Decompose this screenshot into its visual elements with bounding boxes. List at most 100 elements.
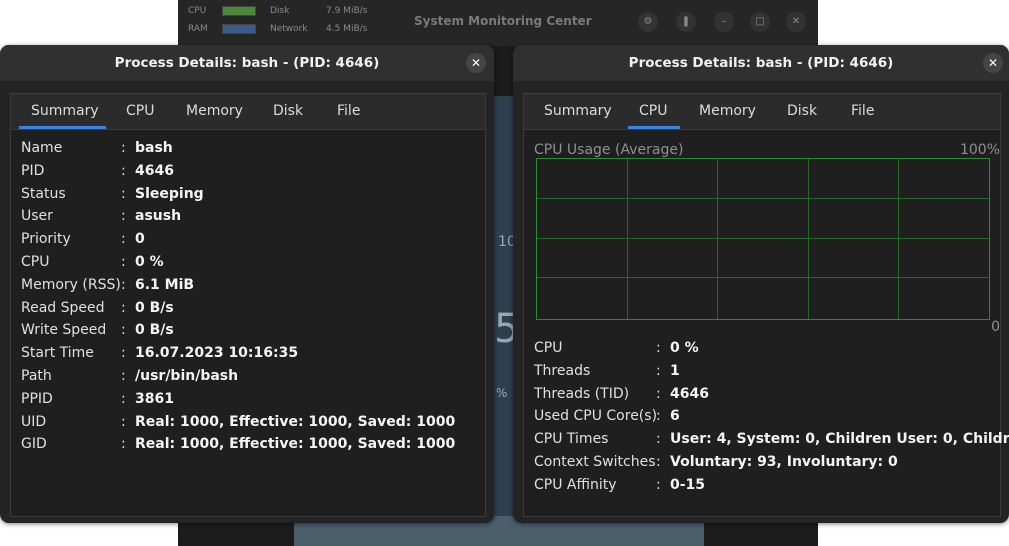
- tab-cpu[interactable]: CPU: [639, 103, 667, 119]
- tab-summary[interactable]: Summary: [544, 103, 612, 119]
- summary-row-label: PID: [21, 162, 45, 179]
- summary-row-value: Sleeping: [135, 185, 204, 202]
- ram-mini-bar: [222, 24, 256, 34]
- cpu-row-label: Used CPU Core(s): [534, 408, 658, 425]
- summary-row-value: 0 B/s: [135, 299, 174, 316]
- summary-row-value: 4646: [135, 162, 174, 179]
- cpu-row-label: Context Switches: [534, 454, 656, 470]
- tab-bar: Summary CPU Memory Disk File: [524, 94, 1000, 130]
- summary-row-label: User: [21, 208, 53, 225]
- summary-row-label: PPID: [21, 390, 53, 407]
- summary-row-value: 6.1 MiB: [135, 276, 195, 293]
- dialog-titlebar[interactable]: Process Details: bash - (PID: 4646) ✕: [0, 45, 494, 81]
- summary-row-label: Name: [21, 140, 63, 156]
- close-icon[interactable]: ✕: [466, 53, 486, 73]
- separator: :: [656, 431, 661, 448]
- active-tab-indicator: [628, 126, 680, 129]
- cpu-usage-graph: [536, 158, 990, 320]
- separator: :: [121, 231, 126, 248]
- active-tab-indicator: [19, 126, 106, 129]
- summary-row-value: 16.07.2023 10:16:35: [135, 345, 299, 362]
- summary-row-label: CPU: [21, 254, 50, 270]
- summary-row-label: Write Speed: [21, 322, 107, 339]
- window-close-icon[interactable]: ✕: [786, 12, 806, 32]
- main-window-title: System Monitoring Center: [414, 14, 592, 28]
- summary-row-value: Real: 1000, Effective: 1000, Saved: 1000: [135, 436, 456, 453]
- notebook: Summary CPU Memory Disk File Name: bash PI…: [10, 93, 486, 517]
- separator: :: [121, 276, 126, 293]
- cpu-row-value: 0 %: [670, 340, 699, 356]
- process-details-dialog-cpu: Process Details: bash - (PID: 4646) ✕ Su…: [513, 45, 1009, 523]
- separator: :: [121, 413, 126, 430]
- menu-icon[interactable]: ⚙: [638, 12, 658, 32]
- separator: :: [121, 162, 126, 179]
- graph-title: CPU Usage (Average): [534, 142, 684, 158]
- separator: :: [656, 454, 661, 470]
- disk-mini-label: Disk: [270, 6, 290, 16]
- summary-row-label: Status: [21, 185, 66, 202]
- dialog-title: Process Details: bash - (PID: 4646): [114, 55, 380, 71]
- minimize-icon[interactable]: –: [714, 12, 734, 32]
- disk-mini-value: 7.9 MiB/s: [326, 6, 368, 16]
- separator: :: [121, 345, 126, 362]
- separator: :: [121, 254, 126, 270]
- cpu-row-value: Voluntary: 93, Involuntary: 0: [670, 454, 898, 470]
- tab-disk[interactable]: Disk: [273, 103, 303, 119]
- summary-row-label: Priority: [21, 231, 71, 248]
- separator: :: [656, 340, 661, 356]
- network-mini-label: Network: [270, 24, 308, 34]
- summary-row-value: asush: [135, 208, 182, 225]
- summary-row-label: UID: [21, 413, 47, 430]
- summary-row-label: GID: [21, 436, 47, 453]
- dialog-titlebar[interactable]: Process Details: bash - (PID: 4646) ✕: [513, 45, 1009, 81]
- pause-icon[interactable]: ❚: [676, 12, 696, 32]
- tab-file[interactable]: File: [337, 103, 360, 119]
- summary-row-value: 3861: [135, 390, 174, 407]
- separator: :: [656, 476, 661, 493]
- summary-row-value: 0: [135, 231, 145, 248]
- tab-file[interactable]: File: [851, 103, 874, 119]
- tab-bar: Summary CPU Memory Disk File: [11, 94, 485, 130]
- tab-summary[interactable]: Summary: [31, 103, 99, 119]
- dialog-title: Process Details: bash - (PID: 4646): [628, 55, 894, 71]
- separator: :: [121, 322, 126, 339]
- notebook: Summary CPU Memory Disk File CPU Usage (…: [523, 93, 1009, 517]
- separator: :: [121, 299, 126, 316]
- main-window-header: CPU RAM Disk 7.9 MiB/s Network 4.5 MiB/s…: [178, 0, 818, 46]
- separator: :: [121, 185, 126, 202]
- background-percent: %: [496, 386, 508, 400]
- summary-row-value: 0 B/s: [135, 322, 174, 339]
- cpu-row-value: 4646: [670, 385, 709, 402]
- summary-row-label: Path: [21, 368, 52, 384]
- cpu-row-value: 6: [670, 408, 680, 425]
- maximize-icon[interactable]: □: [750, 12, 770, 32]
- cpu-row-label: CPU Affinity: [534, 476, 617, 493]
- process-details-dialog-summary: Process Details: bash - (PID: 4646) ✕ Su…: [0, 45, 494, 523]
- cpu-row-label: Threads: [534, 362, 591, 379]
- separator: :: [656, 408, 661, 425]
- tab-memory[interactable]: Memory: [699, 103, 756, 119]
- cpu-mini-bar: [222, 6, 256, 16]
- summary-row-value: Real: 1000, Effective: 1000, Saved: 1000: [135, 413, 456, 430]
- ram-mini-label: RAM: [188, 24, 208, 34]
- separator: :: [121, 436, 126, 453]
- cpu-row-value: 0-15: [670, 476, 706, 493]
- cpu-row-label: CPU Times: [534, 431, 609, 448]
- tab-disk[interactable]: Disk: [787, 103, 817, 119]
- separator: :: [656, 362, 661, 379]
- close-icon[interactable]: ✕: [983, 53, 1003, 73]
- summary-row-value: /usr/bin/bash: [135, 368, 239, 384]
- tab-memory[interactable]: Memory: [186, 103, 243, 119]
- separator: :: [121, 390, 126, 407]
- graph-min-label: 0: [991, 319, 1000, 335]
- cpu-row-label: CPU: [534, 340, 563, 356]
- tab-cpu[interactable]: CPU: [126, 103, 154, 119]
- summary-row-label: Read Speed: [21, 299, 105, 316]
- separator: :: [121, 140, 126, 156]
- summary-row-label: Start Time: [21, 345, 94, 362]
- summary-row-label: Memory (RSS): [21, 276, 121, 293]
- cpu-row-value: User: 4, System: 0, Children User: 0, Ch…: [670, 431, 1009, 448]
- separator: :: [656, 385, 661, 402]
- cpu-row-label: Threads (TID): [534, 385, 630, 402]
- cpu-mini-label: CPU: [188, 6, 207, 16]
